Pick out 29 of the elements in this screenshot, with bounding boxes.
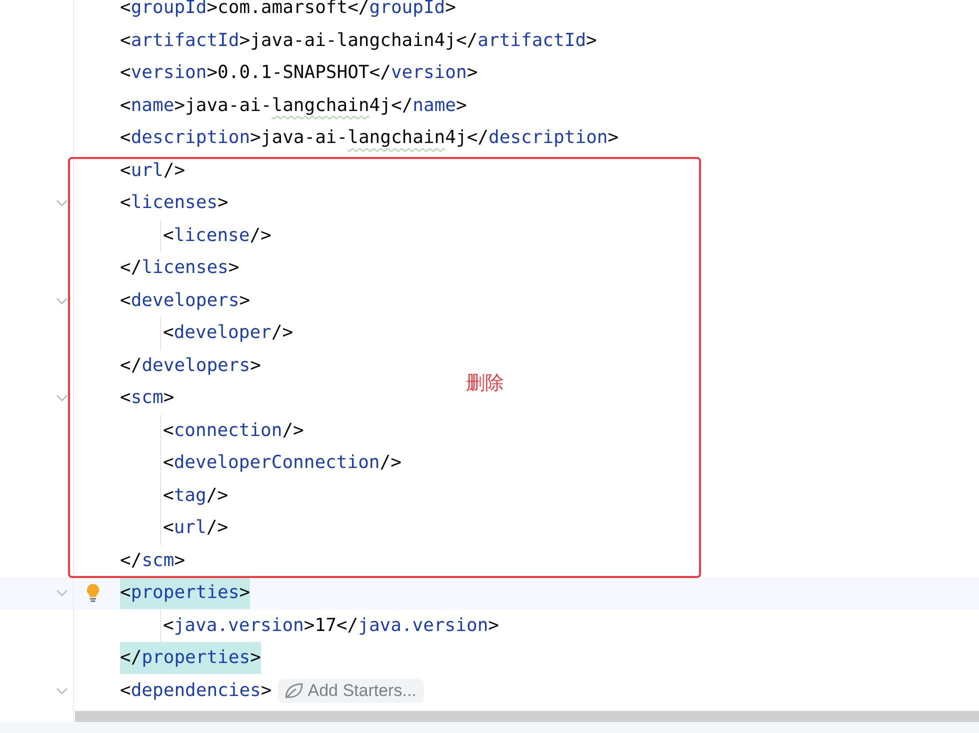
annotation-text: 删除 [466, 371, 504, 396]
code-line: <developerConnection/> [163, 451, 402, 476]
fold-chevron-icon[interactable] [56, 296, 68, 304]
code-line: <tag/> [163, 484, 228, 508]
code-line: <connection/> [163, 418, 304, 443]
add-starters-button[interactable]: Add Starters... [278, 678, 424, 703]
code-line: <url/> [120, 158, 186, 183]
code-line: <developers> [120, 288, 250, 313]
code-line: <scm> [120, 386, 174, 410]
fold-chevron-icon[interactable] [56, 589, 68, 597]
code-line: </developers> [120, 354, 261, 378]
scrollbar-thumb[interactable] [75, 711, 979, 722]
code-line: <artifactId>java-ai-langchain4j</artifactId> [120, 28, 597, 53]
code-line: <java.version>17</java.version> [163, 614, 499, 638]
fold-chevron-icon[interactable] [56, 686, 68, 694]
fold-chevron-icon[interactable] [56, 199, 68, 207]
code-line: <license/> [163, 224, 272, 248]
code-line: <description>java-ai-langchain4j</description> [120, 126, 619, 150]
leaf-icon [284, 682, 304, 700]
code-line: <url/> [163, 516, 228, 540]
lightbulb-icon[interactable] [86, 583, 100, 604]
code-line: <version>0.0.1-SNAPSHOT</version> [120, 61, 478, 86]
code-line: <name>java-ai-langchain4j</name> [120, 94, 467, 118]
code-line: <developer/> [163, 321, 294, 346]
code-line: </licenses> [120, 256, 240, 280]
code-line: </scm> [120, 548, 186, 573]
fold-chevron-icon[interactable] [56, 394, 68, 402]
code-line: <dependencies> [120, 678, 272, 703]
code-line: <licenses> [120, 191, 228, 216]
